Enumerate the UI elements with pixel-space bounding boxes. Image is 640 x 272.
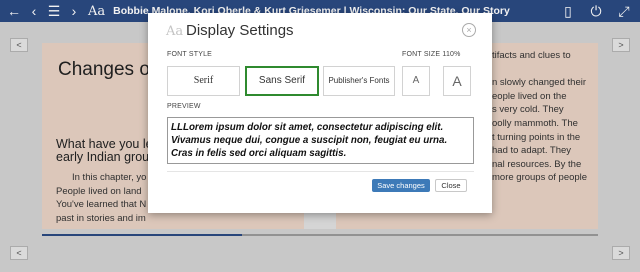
- save-changes-button[interactable]: Save changes: [372, 179, 430, 192]
- font-size-increase-button[interactable]: A: [443, 66, 471, 96]
- font-serif-button[interactable]: Serif: [167, 66, 240, 96]
- preview-label: PREVIEW: [167, 103, 201, 110]
- close-icon[interactable]: ×: [462, 23, 476, 37]
- display-settings-dialog: Aa Display Settings × FONT STYLE FONT SI…: [148, 13, 492, 213]
- font-publishers-button[interactable]: Publisher's Fonts: [323, 66, 395, 96]
- close-button[interactable]: Close: [435, 179, 467, 192]
- preview-text: LLLorem ipsum dolor sit amet, consectetu…: [167, 117, 474, 164]
- dialog-divider: [167, 171, 474, 172]
- font-style-label: FONT STYLE: [167, 51, 213, 58]
- font-icon: Aa: [166, 24, 184, 39]
- font-size-label: FONT SIZE 110%: [402, 51, 461, 58]
- font-sans-serif-button[interactable]: Sans Serif: [245, 66, 319, 96]
- dialog-title: Display Settings: [186, 22, 294, 39]
- font-size-decrease-button[interactable]: A: [402, 66, 430, 96]
